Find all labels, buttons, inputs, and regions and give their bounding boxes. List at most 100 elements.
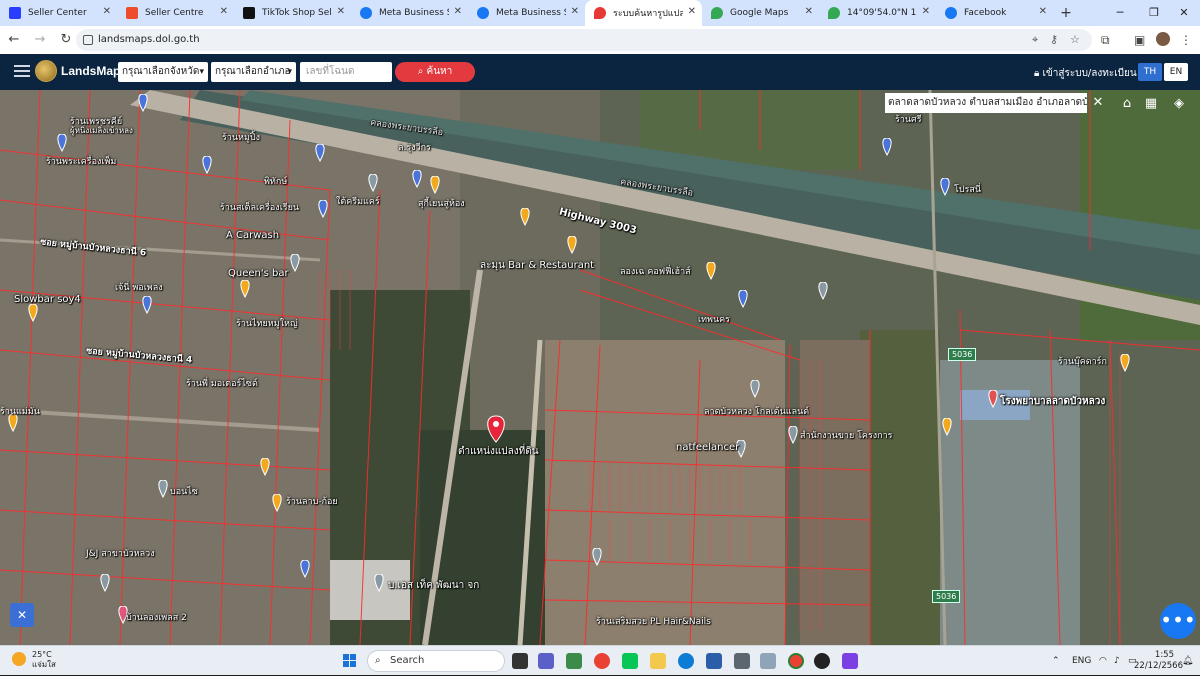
blue-poi-pin-icon[interactable] (200, 156, 218, 180)
login-label: เข้าสู่ระบบ/ลงทะเบียน (1042, 68, 1137, 79)
bookmark-star-icon[interactable]: ☆ (1070, 29, 1080, 51)
blue-poi-pin-icon[interactable] (313, 144, 331, 168)
food-poi-pin-icon[interactable] (565, 236, 583, 260)
satellite-map[interactable]: ร้านเพรชรคีย์ ผู้หนิ่งเมลิ่งเข้าหลง ร้าน… (0, 90, 1200, 645)
district-select-value: กรุณาเลือกอำเภอ (215, 66, 291, 77)
window-close-icon[interactable]: ✕ (1168, 0, 1200, 26)
map-search-result-field[interactable]: ตลาดลาดบัวหลวง ตำบลสามเมือง อำเภอลาดบัวห… (885, 93, 1087, 113)
line-app-icon[interactable] (622, 653, 638, 669)
browser-tab[interactable]: Google Maps ✕ (702, 0, 819, 26)
login-link[interactable]: 🔒︎ เข้าสู่ระบบ/ลงทะเบียน (1034, 66, 1137, 81)
map-label: ร้านลาบ-ก้อย (286, 497, 338, 507)
gray-poi-pin-icon[interactable] (748, 380, 766, 404)
food-poi-pin-icon[interactable] (518, 208, 536, 232)
blue-poi-pin-icon[interactable] (410, 170, 428, 194)
gray-poi-pin-icon[interactable] (590, 548, 608, 572)
minimize-icon[interactable]: ─ (1104, 0, 1136, 26)
search-button[interactable]: ⌕ ค้นหา (395, 62, 475, 82)
chat-app-icon[interactable] (538, 653, 554, 669)
site-info-icon[interactable] (83, 35, 93, 45)
windows-start-icon[interactable] (343, 654, 357, 668)
chat-button[interactable]: ••• (1160, 603, 1196, 639)
close-icon[interactable]: ✕ (454, 6, 462, 17)
back-arrow-icon[interactable]: ← (2, 28, 26, 52)
media-player-icon[interactable] (814, 653, 830, 669)
notification-bell-icon[interactable]: 🔔︎ (1182, 646, 1193, 676)
clear-search-close-icon[interactable]: ✕ (1088, 93, 1108, 113)
province-select[interactable]: กรุณาเลือกจังหวัด ▾ (118, 62, 208, 82)
close-icon[interactable]: ✕ (805, 6, 813, 17)
gray-poi-pin-icon[interactable] (288, 254, 306, 278)
profile-avatar[interactable] (1156, 32, 1170, 46)
restore-icon[interactable]: ❐ (1138, 0, 1170, 26)
map-label: ละมุน Bar & Restaurant (480, 260, 595, 271)
browser-tab[interactable]: Meta Business Suite ✕ (468, 0, 585, 26)
calculator-icon[interactable] (734, 653, 750, 669)
food-poi-pin-icon[interactable] (1118, 354, 1136, 378)
blue-poi-pin-icon[interactable] (316, 200, 334, 224)
blue-poi-pin-icon[interactable] (298, 560, 316, 584)
blue-poi-pin-icon[interactable] (136, 94, 154, 118)
location-icon[interactable]: ⌖ (1032, 29, 1038, 51)
forward-arrow-icon[interactable]: → (28, 28, 52, 52)
close-icon[interactable]: ✕ (571, 6, 579, 17)
blue-poi-pin-icon[interactable] (140, 296, 158, 320)
edge-browser-icon[interactable] (678, 653, 694, 669)
game-app-icon[interactable] (566, 653, 582, 669)
menu-kebab-icon[interactable]: ⋮ (1180, 26, 1192, 54)
food-poi-pin-icon[interactable] (940, 418, 958, 442)
browser-tab-active[interactable]: ระบบค้นหารูปแปลงที่ดิน ✕ (585, 0, 702, 26)
food-poi-pin-icon[interactable] (704, 262, 722, 286)
wifi-icon[interactable]: ◠ (1099, 646, 1107, 676)
hamburger-menu-icon[interactable] (14, 65, 30, 77)
food-poi-pin-icon[interactable] (238, 280, 256, 304)
task-view-icon[interactable] (512, 653, 528, 669)
browser-tab[interactable]: Meta Business Suite ✕ (351, 0, 468, 26)
language-indicator[interactable]: ENG (1072, 646, 1091, 676)
password-key-icon[interactable]: ⚷ (1050, 29, 1058, 51)
food-poi-pin-icon[interactable] (26, 304, 44, 328)
sidebar-icon[interactable]: ▣ (1134, 26, 1145, 54)
extensions-icon[interactable]: ⧉ (1101, 26, 1110, 54)
blue-poi-pin-icon[interactable] (880, 138, 898, 162)
volume-icon[interactable]: ♪ (1114, 646, 1120, 676)
home-icon[interactable]: ⌂ (1116, 93, 1138, 115)
browser-tab[interactable]: Seller Centre ✕ (117, 0, 234, 26)
chrome-active-icon[interactable] (788, 653, 804, 669)
layers-icon[interactable]: ◈ (1168, 93, 1190, 115)
route-badge: 5036 (932, 590, 961, 603)
browser-tab[interactable]: Seller Center ✕ (0, 0, 117, 26)
map-label: ร้านแม่มัน (0, 407, 40, 417)
app-icon[interactable] (760, 653, 776, 669)
close-icon[interactable]: ✕ (337, 6, 345, 17)
close-icon[interactable]: ✕ (220, 6, 228, 17)
district-select[interactable]: กรุณาเลือกอำเภอ ▾ (211, 62, 296, 82)
close-icon[interactable]: ✕ (103, 6, 111, 17)
close-icon[interactable]: ✕ (688, 6, 696, 17)
taskbar-search[interactable]: ⌕ Search (367, 650, 505, 672)
gray-poi-pin-icon[interactable] (816, 282, 834, 306)
browser-tab[interactable]: 14°09'54.0"N 100°17' ✕ (819, 0, 936, 26)
new-tab-button[interactable]: + (1053, 0, 1079, 26)
lang-en-button[interactable]: EN (1164, 63, 1188, 81)
close-icon[interactable]: ✕ (922, 6, 930, 17)
store-icon[interactable] (706, 653, 722, 669)
lang-th-button[interactable]: TH (1138, 63, 1162, 81)
browser-tab[interactable]: TikTok Shop Seller Ce ✕ (234, 0, 351, 26)
grid-toggle-icon[interactable]: ▦ (1140, 93, 1162, 115)
close-icon[interactable]: ✕ (1039, 6, 1047, 17)
address-bar[interactable]: landsmaps.dol.go.th ⌖ ⚷ ☆ (76, 29, 1092, 51)
food-poi-pin-icon[interactable] (258, 458, 276, 482)
clipchamp-icon[interactable] (842, 653, 858, 669)
parcel-marker-label: ตำแหน่งแปลงที่ดิน (458, 446, 539, 457)
parcel-number-input[interactable]: เลขที่โฉนด (300, 62, 392, 82)
system-clock[interactable]: 1:55 22/12/2566 (1134, 650, 1183, 672)
chrome-icon[interactable] (594, 653, 610, 669)
gray-poi-pin-icon[interactable] (98, 574, 116, 598)
browser-tab[interactable]: Facebook ✕ (936, 0, 1053, 26)
reload-icon[interactable]: ↻ (54, 28, 78, 52)
measure-tools-icon[interactable]: ✕ (10, 603, 34, 627)
file-explorer-icon[interactable] (650, 653, 666, 669)
blue-poi-pin-icon[interactable] (736, 290, 754, 314)
chevron-up-icon[interactable]: ⌃ (1052, 646, 1060, 676)
